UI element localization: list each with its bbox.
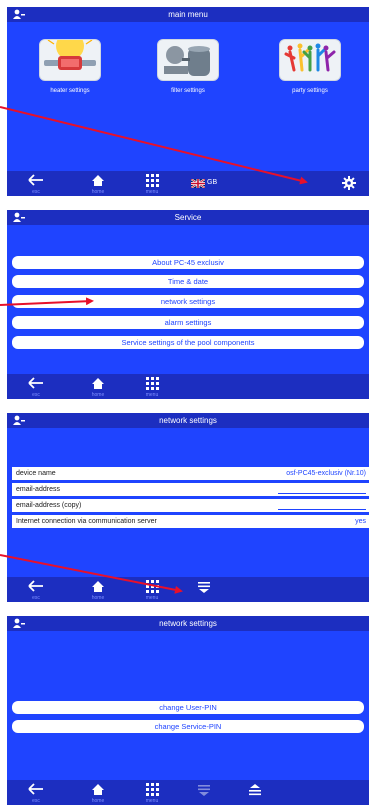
setting-value: yes	[355, 518, 366, 525]
page-title: Service	[174, 213, 202, 222]
esc-button[interactable]: esc	[25, 579, 47, 601]
heater-settings-label: heater settings	[50, 88, 90, 94]
menu-item-change-user-pin[interactable]: change User-PIN	[12, 701, 364, 714]
page-down-button[interactable]	[193, 579, 215, 601]
menu-item-time-date[interactable]: Time & date	[12, 275, 364, 288]
setting-value: osf-PC45-exclusiv (Nr.10)	[286, 470, 366, 477]
title-bar: network settings	[7, 616, 369, 631]
network-settings-screen: network settings device name osf-PC45-ex…	[7, 413, 369, 602]
empty-value-line	[278, 509, 366, 510]
back-arrow-icon	[28, 377, 43, 389]
language-button[interactable]: GB	[191, 178, 231, 190]
main-menu-screen: main menu heater settings filter setting…	[7, 7, 369, 196]
user-icon[interactable]	[12, 9, 26, 20]
grid-icon	[145, 580, 159, 593]
bottom-bar: esc home menu	[7, 577, 369, 602]
user-icon[interactable]	[12, 415, 26, 426]
menu-button[interactable]: menu	[141, 579, 163, 601]
back-arrow-icon	[28, 783, 43, 795]
setting-label: Internet connection via communication se…	[16, 518, 157, 525]
party-icon	[284, 43, 336, 72]
network-settings-pin-screen: network settings change User-PIN change …	[7, 616, 369, 805]
bottom-bar: esc home menu	[7, 780, 369, 805]
menu-item-about[interactable]: About PC-45 exclusiv	[12, 256, 364, 269]
menu-button[interactable]: menu	[141, 173, 163, 195]
menu-item-network-settings[interactable]: network settings	[12, 295, 364, 308]
gear-icon	[342, 176, 356, 190]
heater-settings-tile[interactable]	[39, 32, 101, 81]
page-up-icon	[249, 784, 261, 796]
menu-item-pool-components[interactable]: Service settings of the pool components	[12, 336, 364, 349]
page-down-icon	[198, 785, 210, 796]
setting-row-device-name[interactable]: device name osf-PC45-exclusiv (Nr.10)	[12, 467, 369, 480]
title-bar: network settings	[7, 413, 369, 428]
user-icon[interactable]	[12, 618, 26, 629]
esc-button[interactable]: esc	[25, 173, 47, 195]
setting-label: email-address (copy)	[16, 502, 82, 509]
setting-label: device name	[16, 470, 56, 477]
back-arrow-icon	[28, 174, 43, 186]
page-down-icon	[198, 582, 210, 593]
title-bar: Service	[7, 210, 369, 225]
menu-button[interactable]: menu	[141, 782, 163, 804]
grid-icon	[145, 783, 159, 796]
filter-settings-label: filter settings	[171, 88, 205, 94]
esc-button[interactable]: esc	[25, 376, 47, 398]
party-settings-label: party settings	[292, 88, 328, 94]
setting-row-internet-connection[interactable]: Internet connection via communication se…	[12, 515, 369, 528]
back-arrow-icon	[28, 580, 43, 592]
menu-item-change-service-pin[interactable]: change Service-PIN	[12, 720, 364, 733]
bottom-bar: esc home menu GB	[7, 171, 369, 196]
menu-item-alarm-settings[interactable]: alarm settings	[12, 316, 364, 329]
page-title: network settings	[159, 619, 217, 628]
setting-row-email-address-copy[interactable]: email-address (copy)	[12, 499, 369, 512]
service-screen: Service About PC-45 exclusiv Time & date…	[7, 210, 369, 399]
bottom-bar: esc home menu	[7, 374, 369, 399]
esc-button[interactable]: esc	[25, 782, 47, 804]
party-settings-tile[interactable]	[279, 39, 341, 81]
page-title: network settings	[159, 416, 217, 425]
home-button[interactable]: home	[87, 782, 109, 804]
title-bar: main menu	[7, 7, 369, 22]
page-down-button[interactable]	[193, 782, 215, 804]
empty-value-line	[278, 493, 366, 494]
uk-flag-icon	[191, 179, 205, 188]
home-icon	[92, 784, 104, 795]
heater-icon	[44, 32, 96, 70]
home-button[interactable]: home	[87, 173, 109, 195]
grid-icon	[145, 174, 159, 187]
page-title: main menu	[168, 10, 208, 19]
page-up-button[interactable]	[244, 782, 266, 804]
home-button[interactable]: home	[87, 376, 109, 398]
grid-icon	[145, 377, 159, 390]
filter-icon	[164, 46, 210, 76]
settings-button[interactable]	[342, 176, 358, 192]
setting-row-email-address[interactable]: email-address	[12, 483, 369, 496]
user-icon[interactable]	[12, 212, 26, 223]
home-icon	[92, 378, 104, 389]
home-icon	[92, 581, 104, 592]
filter-settings-tile[interactable]	[157, 39, 219, 81]
setting-label: email-address	[16, 486, 60, 493]
language-label: GB	[207, 179, 218, 186]
home-icon	[92, 175, 104, 186]
home-button[interactable]: home	[87, 579, 109, 601]
manual-page: main menu heater settings filter setting…	[0, 0, 369, 811]
menu-button[interactable]: menu	[141, 376, 163, 398]
